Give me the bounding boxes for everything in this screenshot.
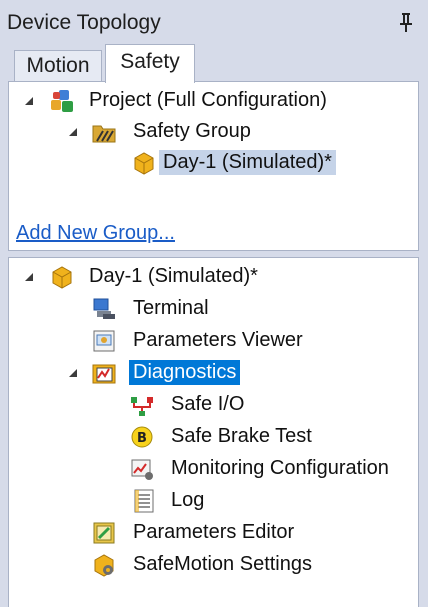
tree-node-terminal[interactable]: Terminal bbox=[9, 294, 409, 324]
tree-label-device-root: Day-1 (Simulated)* bbox=[89, 265, 258, 287]
tab-strip: Motion Safety bbox=[0, 44, 428, 83]
tree-node-parameters-editor[interactable]: Parameters Editor bbox=[9, 518, 409, 548]
tree-node-safe-brake-test[interactable]: B Safe Brake Test bbox=[9, 422, 409, 452]
add-new-group-link[interactable]: Add New Group... bbox=[16, 222, 175, 245]
safe-io-icon bbox=[131, 397, 153, 416]
pin-icon[interactable] bbox=[398, 10, 414, 34]
tree-label-safe-brake-test: Safe Brake Test bbox=[171, 425, 312, 447]
tree-label-parameters-editor: Parameters Editor bbox=[133, 521, 295, 543]
tree-node-project[interactable]: Project (Full Configuration) bbox=[9, 86, 409, 116]
tree-label-safemotion-settings: SafeMotion Settings bbox=[133, 553, 312, 575]
window-title: Device Topology bbox=[7, 11, 161, 34]
expand-arrow-icon[interactable] bbox=[68, 368, 78, 378]
tree-node-safety-group[interactable]: Safety Group bbox=[9, 117, 409, 147]
safemotion-settings-icon bbox=[94, 554, 114, 577]
project-icon bbox=[51, 90, 73, 112]
tree-label-safe-io: Safe I/O bbox=[171, 393, 245, 415]
tree-label-diagnostics: Diagnostics bbox=[129, 360, 241, 385]
tab-motion[interactable]: Motion bbox=[14, 50, 102, 82]
tree-node-device-root[interactable]: Day-1 (Simulated)* bbox=[9, 262, 409, 292]
tree-node-log[interactable]: Log bbox=[9, 486, 409, 516]
safe-brake-test-icon: B bbox=[131, 426, 153, 448]
parameters-editor-icon bbox=[93, 522, 115, 544]
tree-node-safemotion-settings[interactable]: SafeMotion Settings bbox=[9, 550, 409, 580]
title-bar: Device Topology bbox=[0, 0, 428, 44]
tree-label-device: Day-1 (Simulated)* bbox=[159, 150, 336, 175]
monitoring-configuration-icon bbox=[131, 459, 153, 480]
tree-node-device[interactable]: Day-1 (Simulated)* bbox=[9, 148, 409, 178]
tree-node-monitoring-configuration[interactable]: Monitoring Configuration bbox=[9, 454, 409, 484]
device-icon bbox=[52, 266, 72, 289]
tree-node-parameters-viewer[interactable]: Parameters Viewer bbox=[9, 326, 409, 356]
svg-text:B: B bbox=[137, 431, 147, 446]
tab-safety[interactable]: Safety bbox=[105, 44, 195, 83]
tree-label-parameters-viewer: Parameters Viewer bbox=[133, 329, 303, 351]
expand-arrow-icon[interactable] bbox=[68, 127, 78, 137]
safety-tree-panel: Project (Full Configuration) Safety Grou… bbox=[8, 81, 419, 251]
expand-arrow-icon[interactable] bbox=[24, 272, 34, 282]
tree-node-diagnostics[interactable]: Diagnostics bbox=[9, 358, 409, 388]
terminal-icon bbox=[93, 298, 115, 319]
log-icon bbox=[134, 489, 154, 513]
tree-label-monitoring-configuration: Monitoring Configuration bbox=[171, 457, 389, 479]
tree-label-safety-group: Safety Group bbox=[133, 120, 251, 142]
device-topology-window: Device Topology Motion Safety Project (F… bbox=[0, 0, 428, 607]
diagnostics-icon bbox=[92, 364, 116, 384]
tree-label-terminal: Terminal bbox=[133, 297, 209, 319]
tree-label-log: Log bbox=[171, 489, 205, 511]
expand-arrow-icon[interactable] bbox=[24, 96, 34, 106]
device-icon bbox=[134, 152, 154, 175]
tree-node-safe-io[interactable]: Safe I/O bbox=[9, 390, 409, 420]
tree-label-project: Project (Full Configuration) bbox=[89, 89, 327, 111]
parameters-viewer-icon bbox=[93, 330, 115, 352]
safety-group-icon bbox=[92, 125, 116, 143]
device-tree-panel: Day-1 (Simulated)* Terminal Parameters V… bbox=[8, 257, 419, 607]
